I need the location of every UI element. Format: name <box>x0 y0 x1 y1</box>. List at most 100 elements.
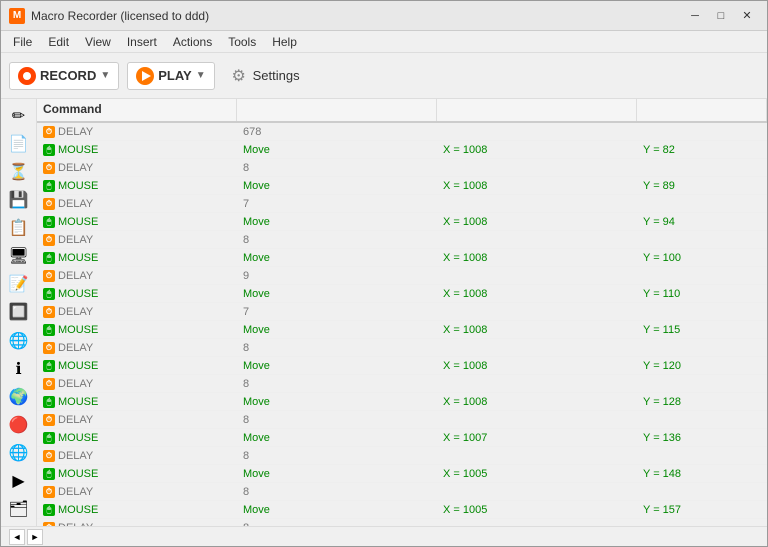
td-command: 🖱 MOUSE <box>37 249 237 266</box>
side-btn-screen[interactable]: 🖥 <box>5 243 33 269</box>
command-label: DELAY <box>58 234 93 246</box>
side-btn-box[interactable]: 🔲 <box>5 299 33 325</box>
mouse-icon: 🖱 <box>43 396 55 408</box>
side-btn-document[interactable]: 📄 <box>5 131 33 157</box>
window-controls: ─ □ ✕ <box>683 6 759 26</box>
delay-icon: ⏱ <box>43 450 55 462</box>
td-col3 <box>437 483 637 500</box>
settings-button[interactable]: ⚙ Settings <box>223 62 306 90</box>
table-row[interactable]: 🖱 MOUSE Move X = 1005 Y = 148 <box>37 465 767 483</box>
delay-icon: ⏱ <box>43 414 55 426</box>
command-label: DELAY <box>58 270 93 282</box>
menu-tools[interactable]: Tools <box>220 31 264 53</box>
table-row[interactable]: ⏱ DELAY 8 <box>37 519 767 526</box>
table-row[interactable]: ⏱ DELAY 9 <box>37 267 767 285</box>
td-col4 <box>637 339 767 356</box>
td-col3 <box>437 411 637 428</box>
td-col4 <box>637 447 767 464</box>
nav-prev-button[interactable]: ◄ <box>9 529 25 545</box>
td-col2: 7 <box>237 195 437 212</box>
command-label: MOUSE <box>58 396 98 408</box>
side-btn-save[interactable]: 💾 <box>5 187 33 213</box>
table-row[interactable]: 🖱 MOUSE Move X = 1007 Y = 136 <box>37 429 767 447</box>
side-btn-globe[interactable]: 🌍 <box>5 384 33 410</box>
table-row[interactable]: 🖱 MOUSE Move X = 1008 Y = 89 <box>37 177 767 195</box>
side-btn-note[interactable]: 📝 <box>5 271 33 297</box>
nav-next-button[interactable]: ► <box>27 529 43 545</box>
td-col2: 8 <box>237 519 437 526</box>
table-row[interactable]: 🖱 MOUSE Move X = 1008 Y = 82 <box>37 141 767 159</box>
table-row[interactable]: ⏱ DELAY 8 <box>37 483 767 501</box>
side-btn-web[interactable]: 🌐 <box>5 328 33 354</box>
td-col4: Y = 120 <box>637 357 767 374</box>
td-col2: 7 <box>237 303 437 320</box>
side-btn-timer[interactable]: ⏳ <box>5 159 33 185</box>
command-label: MOUSE <box>58 360 98 372</box>
td-col4 <box>637 411 767 428</box>
side-btn-pen[interactable]: ✏ <box>5 103 33 129</box>
td-col4: Y = 115 <box>637 321 767 338</box>
col-header-2 <box>237 99 437 121</box>
delay-icon: ⏱ <box>43 342 55 354</box>
td-command: ⏱ DELAY <box>37 267 237 284</box>
delay-icon: ⏱ <box>43 306 55 318</box>
td-command: ⏱ DELAY <box>37 123 237 140</box>
table-row[interactable]: ⏱ DELAY 8 <box>37 339 767 357</box>
td-col4 <box>637 483 767 500</box>
delay-icon: ⏱ <box>43 270 55 282</box>
menu-help[interactable]: Help <box>264 31 305 53</box>
table-row[interactable]: ⏱ DELAY 8 <box>37 411 767 429</box>
delay-icon: ⏱ <box>43 486 55 498</box>
td-col3 <box>437 519 637 526</box>
table-row[interactable]: 🖱 MOUSE Move X = 1008 Y = 100 <box>37 249 767 267</box>
menu-view[interactable]: View <box>77 31 119 53</box>
play-button[interactable]: PLAY ▼ <box>127 62 214 90</box>
td-command: ⏱ DELAY <box>37 303 237 320</box>
table-row[interactable]: ⏱ DELAY 7 <box>37 303 767 321</box>
table-row[interactable]: 🖱 MOUSE Move X = 1008 Y = 128 <box>37 393 767 411</box>
side-btn-net[interactable]: 🌐 <box>5 440 33 466</box>
table-row[interactable]: 🖱 MOUSE Move X = 1008 Y = 94 <box>37 213 767 231</box>
side-btn-info[interactable]: ℹ <box>5 356 33 382</box>
side-btn-clipboard[interactable]: 📋 <box>5 215 33 241</box>
table-row[interactable]: 🖱 MOUSE Move X = 1008 Y = 115 <box>37 321 767 339</box>
col-header-3 <box>437 99 637 121</box>
command-label: MOUSE <box>58 288 98 300</box>
td-col3: X = 1008 <box>437 321 637 338</box>
td-col3: X = 1008 <box>437 213 637 230</box>
close-button[interactable]: ✕ <box>735 6 759 26</box>
maximize-button[interactable]: □ <box>709 6 733 26</box>
table-row[interactable]: ⏱ DELAY 8 <box>37 447 767 465</box>
minimize-button[interactable]: ─ <box>683 6 707 26</box>
table-row[interactable]: ⏱ DELAY 8 <box>37 159 767 177</box>
td-col4: Y = 128 <box>637 393 767 410</box>
menu-actions[interactable]: Actions <box>165 31 220 53</box>
side-btn-action[interactable]: 🔴 <box>5 412 33 438</box>
td-col3: X = 1007 <box>437 429 637 446</box>
table-row[interactable]: ⏱ DELAY 8 <box>37 375 767 393</box>
table-row[interactable]: ⏱ DELAY 678 <box>37 123 767 141</box>
td-col2: Move <box>237 357 437 374</box>
status-nav: ◄ ► <box>9 529 43 545</box>
table-row[interactable]: 🖱 MOUSE Move X = 1008 Y = 120 <box>37 357 767 375</box>
menu-edit[interactable]: Edit <box>40 31 77 53</box>
td-col4 <box>637 375 767 392</box>
side-btn-folder[interactable]: 🗂 <box>5 496 33 522</box>
col-header-command: Command <box>37 99 237 121</box>
command-label: DELAY <box>58 450 93 462</box>
menu-insert[interactable]: Insert <box>119 31 165 53</box>
command-label: MOUSE <box>58 468 98 480</box>
table-body[interactable]: ⏱ DELAY 678 🖱 MOUSE Move X = 1008 Y = 82… <box>37 123 767 526</box>
table-row[interactable]: 🖱 MOUSE Move X = 1008 Y = 110 <box>37 285 767 303</box>
td-col4 <box>637 195 767 212</box>
record-label: RECORD <box>40 68 96 83</box>
record-button[interactable]: RECORD ▼ <box>9 62 119 90</box>
table-row[interactable]: ⏱ DELAY 8 <box>37 231 767 249</box>
table-row[interactable]: 🖱 MOUSE Move X = 1005 Y = 157 <box>37 501 767 519</box>
menu-file[interactable]: File <box>5 31 40 53</box>
td-command: 🖱 MOUSE <box>37 501 237 518</box>
side-btn-play2[interactable]: ▶ <box>5 468 33 494</box>
side-toolbar: ✏ 📄 ⏳ 💾 📋 🖥 📝 🔲 🌐 ℹ 🌍 🔴 🌐 ▶ 🗂 <box>1 99 37 526</box>
mouse-icon: 🖱 <box>43 432 55 444</box>
table-row[interactable]: ⏱ DELAY 7 <box>37 195 767 213</box>
